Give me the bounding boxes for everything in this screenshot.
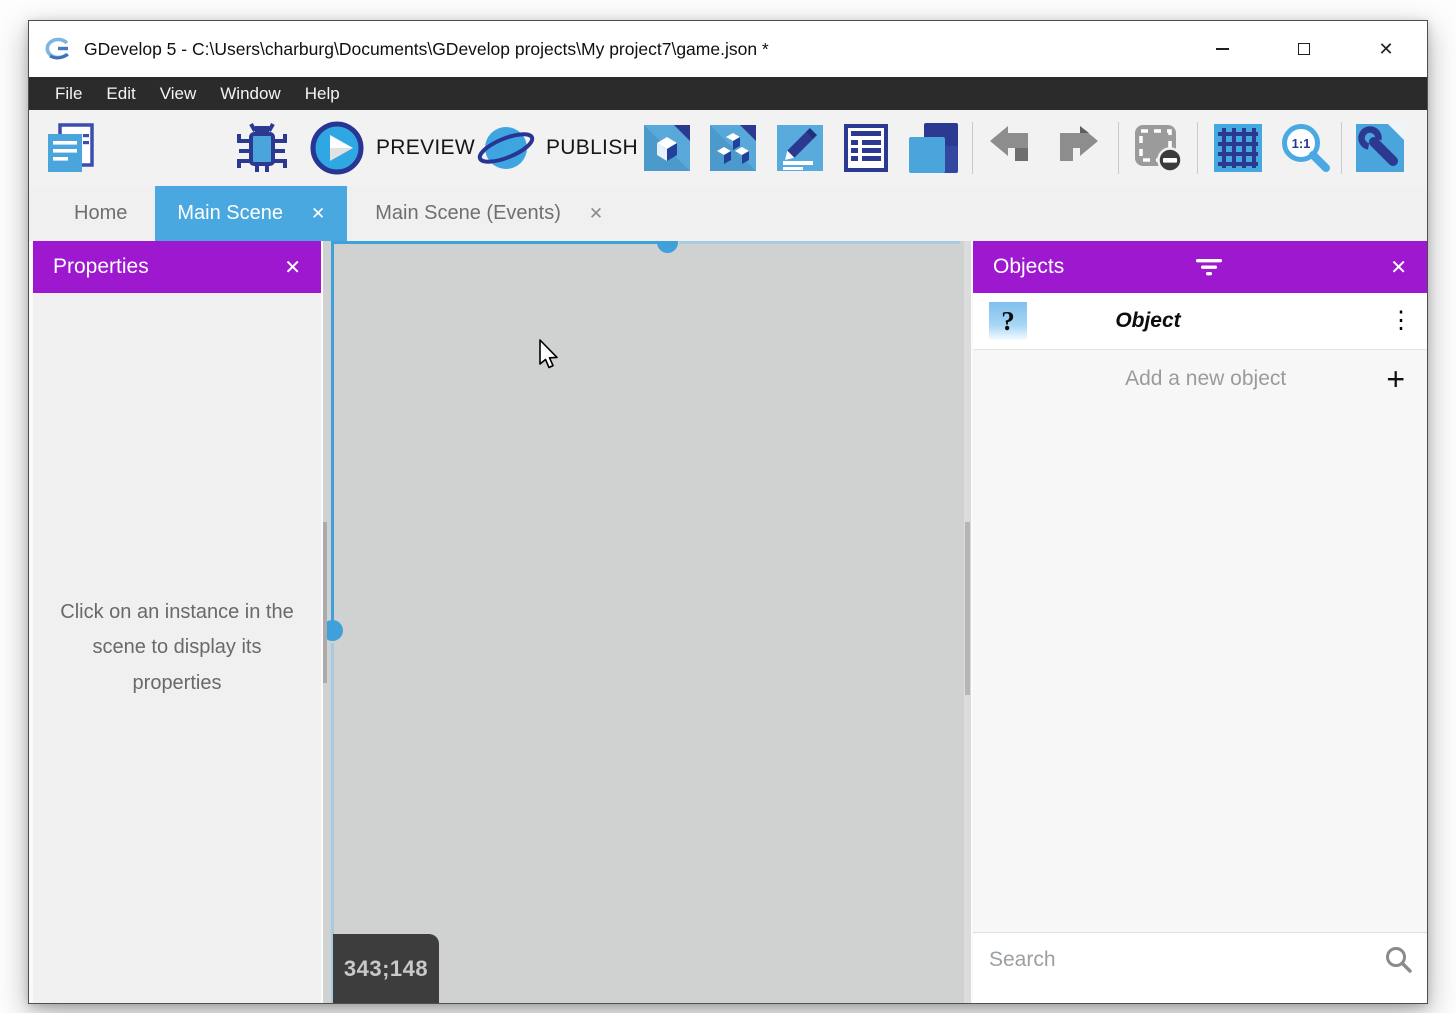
objects-search-area [973, 932, 1427, 1003]
title-bar: GDevelop 5 - C:\Users\charburg\Documents… [29, 21, 1427, 77]
objects-panel: Objects ✕ ? Object ⋮ Add a new object + [973, 241, 1427, 1003]
maximize-button[interactable] [1263, 21, 1345, 77]
debugger-bug-icon [237, 121, 287, 175]
edit-scene-properties-button[interactable] [775, 123, 825, 173]
properties-panel: Properties ✕ Click on an instance in the… [33, 241, 321, 1003]
tab-main-scene-events-close-icon[interactable]: ✕ [589, 204, 603, 224]
object-cube-icon [642, 123, 692, 173]
debugger-button[interactable] [237, 121, 287, 175]
objects-panel-header: Objects ✕ [973, 241, 1427, 293]
layers-button[interactable] [907, 122, 959, 174]
instances-list-icon [841, 123, 891, 173]
publish-label: PUBLISH [546, 136, 638, 160]
object-placeholder-icon: ? [989, 302, 1027, 340]
canvas-scrollbar-right[interactable] [965, 522, 970, 695]
close-button[interactable]: ✕ [1345, 21, 1427, 77]
selection-handle-top[interactable] [657, 241, 678, 253]
scene-canvas[interactable]: 343;148 [323, 241, 971, 1003]
tab-main-scene-events-label: Main Scene (Events) [375, 202, 561, 225]
menu-bar: File Edit View Window Help [29, 77, 1427, 110]
edit-pencil-icon [775, 123, 825, 173]
zoom-original-button[interactable]: 1:1 [1279, 121, 1333, 175]
properties-close-icon[interactable]: ✕ [284, 255, 301, 280]
object-list-item[interactable]: ? Object ⋮ [973, 293, 1427, 350]
properties-empty-message: Click on an instance in the scene to dis… [51, 595, 303, 702]
menu-file[interactable]: File [44, 77, 94, 110]
tab-main-scene-label: Main Scene [177, 202, 283, 225]
tab-main-scene-events[interactable]: Main Scene (Events) ✕ [347, 186, 631, 241]
toggle-grid-button[interactable] [1213, 123, 1263, 173]
layers-icon [907, 122, 959, 174]
cursor-coordinates-badge: 343;148 [333, 934, 439, 1003]
grid-icon [1213, 123, 1263, 173]
plus-icon: + [1386, 363, 1405, 395]
minimize-button[interactable] [1181, 21, 1263, 77]
undo-icon [986, 123, 1036, 173]
object-name: Object [1027, 309, 1389, 333]
preview-label: PREVIEW [376, 136, 475, 160]
instances-list-button[interactable] [841, 123, 891, 173]
tab-home[interactable]: Home [46, 186, 155, 241]
redo-icon [1052, 123, 1102, 173]
app-window: GDevelop 5 - C:\Users\charburg\Documents… [28, 20, 1428, 1004]
selection-edge-top[interactable] [331, 241, 668, 244]
toolbar-separator [1118, 122, 1119, 174]
preview-button[interactable]: PREVIEW [309, 120, 475, 176]
objects-list-empty-area [973, 407, 1427, 932]
redo-button[interactable] [1052, 123, 1102, 173]
objects-close-icon[interactable]: ✕ [1390, 255, 1407, 280]
tab-main-scene-close-icon[interactable]: ✕ [311, 204, 325, 224]
properties-panel-body: Click on an instance in the scene to dis… [33, 293, 321, 1003]
search-icon[interactable] [1383, 945, 1413, 975]
toolbar-separator [1197, 122, 1198, 174]
tab-home-label: Home [74, 202, 127, 225]
mouse-cursor [539, 339, 567, 371]
menu-view[interactable]: View [148, 77, 209, 110]
canvas-scrollbar-left[interactable] [323, 522, 327, 683]
object-menu-dots-icon[interactable]: ⋮ [1389, 309, 1411, 333]
close-icon: ✕ [1378, 40, 1393, 58]
play-icon [309, 120, 365, 176]
minimize-icon [1216, 48, 1229, 50]
toolbar-separator [1341, 122, 1342, 174]
properties-panel-header: Properties ✕ [33, 241, 321, 293]
scene-properties-button[interactable] [1355, 123, 1405, 173]
menu-edit[interactable]: Edit [94, 77, 147, 110]
object-search-input[interactable] [987, 947, 1383, 973]
window-controls: ✕ [1181, 21, 1427, 77]
filter-icon[interactable] [1194, 257, 1224, 278]
publish-button[interactable]: PUBLISH [477, 119, 638, 177]
gdevelop-logo-icon [43, 34, 73, 64]
main-toolbar: PREVIEW PUBLISH [29, 110, 1427, 186]
project-manager-icon [45, 122, 97, 174]
add-object-button[interactable] [642, 123, 692, 173]
clear-selection-button[interactable] [1132, 122, 1184, 174]
selection-edge-top-light [679, 241, 960, 244]
undo-button[interactable] [986, 123, 1036, 173]
tab-main-scene[interactable]: Main Scene ✕ [155, 186, 347, 241]
editor-tab-bar: Home Main Scene ✕ Main Scene (Events) ✕ [29, 186, 1427, 241]
content-area: Properties ✕ Click on an instance in the… [29, 241, 1427, 1003]
menu-window[interactable]: Window [208, 77, 292, 110]
selection-mask-icon [1132, 122, 1184, 174]
zoom-1-1-icon: 1:1 [1279, 121, 1333, 175]
project-manager-button[interactable] [45, 122, 97, 174]
window-title: GDevelop 5 - C:\Users\charburg\Documents… [84, 39, 769, 60]
menu-help[interactable]: Help [293, 77, 352, 110]
wrench-icon [1355, 123, 1405, 173]
objects-groups-button[interactable] [708, 123, 758, 173]
toolbar-separator [972, 122, 973, 174]
add-object-row[interactable]: Add a new object + [973, 350, 1427, 407]
object-groups-icon [708, 123, 758, 173]
svg-text:1:1: 1:1 [1292, 136, 1311, 151]
maximize-icon [1298, 43, 1310, 55]
selection-edge-left[interactable] [331, 244, 334, 621]
add-object-label: Add a new object [995, 367, 1386, 391]
properties-panel-title: Properties [53, 255, 149, 279]
objects-panel-title: Objects [993, 255, 1064, 279]
publish-globe-icon [477, 119, 535, 177]
